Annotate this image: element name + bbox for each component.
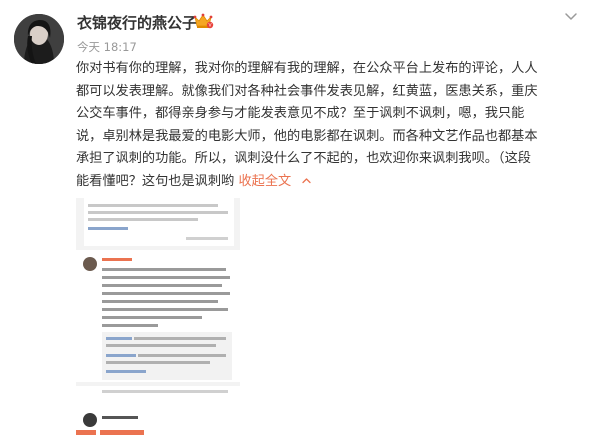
post-text-tail: 能看懂吧？这句也是讽刺哟 xyxy=(76,173,235,189)
post-text-last-line: 能看懂吧？这句也是讽刺哟 收起全文 xyxy=(76,171,581,194)
collapse-label: 收起全文 xyxy=(238,173,292,189)
timestamp: 今天 18:17 xyxy=(77,40,137,54)
chevron-down-icon[interactable] xyxy=(563,8,579,24)
chevron-up-icon xyxy=(301,172,312,183)
attached-screenshot-image[interactable] xyxy=(76,198,240,435)
post-text-line: 承担了讽刺的功能。所以，讽刺没什么了不起的，也欢迎你来讽刺我呗。（这段 xyxy=(76,151,531,166)
vip-fan-badge-icon[interactable]: V xyxy=(192,12,214,30)
post-text-line: 公交车事件，都得亲身参与才能发表意见不成？至于讽刺不讽刺，嗯，我只能 xyxy=(76,106,525,121)
post-text-line: 说，卓别林是我最爱的电影大师，他的电影都在讽刺。而各种文艺作品也都基本 xyxy=(76,128,538,144)
avatar[interactable] xyxy=(14,14,64,64)
screenshot-content xyxy=(76,198,240,435)
username[interactable]: 衣锦夜行的燕公子 xyxy=(77,12,197,33)
post-text-line: 你对书有你的理解，我对你的理解有我的理解，在公众平台上发布的评论，人人 xyxy=(76,61,538,76)
weibo-post: 衣锦夜行的燕公子 V 今天 18:17 你对书有你的理解，我对你的理解有我的理解… xyxy=(0,0,595,435)
post-text: 你对书有你的理解，我对你的理解有我的理解，在公众平台上发布的评论，人人 都可以发… xyxy=(76,58,581,193)
post-text-line: 都可以发表理解。就像我们对各种社会事件发表见解，红黄蓝，医患关系，重庆 xyxy=(76,83,538,99)
collapse-text-link[interactable]: 收起全文 xyxy=(238,174,312,189)
